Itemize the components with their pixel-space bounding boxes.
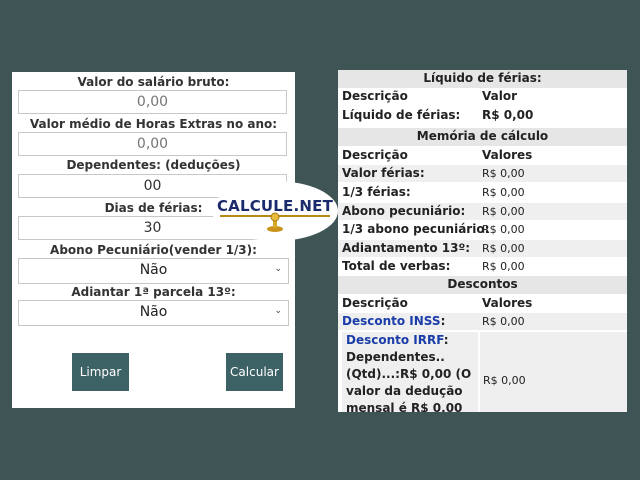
- salario-input[interactable]: [18, 90, 287, 114]
- descricao-col: Descrição: [342, 296, 408, 310]
- valor-col: Valor: [482, 89, 518, 103]
- row-value: R$ 0,00: [482, 260, 525, 273]
- inss-colon: :: [440, 314, 446, 328]
- table-row: 1/3 férias: R$ 0,00: [338, 184, 627, 201]
- limpar-button[interactable]: Limpar: [72, 353, 129, 391]
- adiantar-label: Adiantar 1ª parcela 13º:: [71, 285, 236, 299]
- inss-row: Desconto INSS: R$ 0,00: [338, 313, 627, 330]
- calcule-net-logo: CALCULE.NET: [212, 181, 338, 241]
- chevron-down-icon: ⌄: [274, 264, 282, 274]
- irrf-description: Desconto IRRF: Dependentes.. (Qtd)...:R$…: [342, 332, 478, 412]
- table-row: Adiantamento 13º: R$ 0,00: [338, 240, 627, 257]
- descontos-header: Descontos: [338, 276, 627, 294]
- inss-link[interactable]: Desconto INSS: [342, 314, 441, 328]
- table-row: Abono pecuniário: R$ 0,00: [338, 203, 627, 220]
- row-label: Total de verbas:: [342, 259, 451, 273]
- calculator-form: Valor do salário bruto: Valor médio de H…: [12, 72, 295, 408]
- irrf-line: mensal é R$ 0,00 por: [346, 401, 463, 412]
- liquido-col-header: Descrição Valor: [338, 88, 627, 105]
- horas-extras-input[interactable]: [18, 132, 287, 156]
- valores-col: Valores: [482, 148, 533, 162]
- adiantar-select-value: Não: [139, 304, 168, 320]
- irrf-line: Dependentes..: [346, 350, 445, 364]
- irrf-value-cell: R$ 0,00: [478, 332, 627, 412]
- abono-select-value: Não: [139, 262, 168, 278]
- row-label: Abono pecuniário:: [342, 204, 466, 218]
- coin-icon: [267, 212, 283, 232]
- calcular-button[interactable]: Calcular: [226, 353, 283, 391]
- inss-value: R$ 0,00: [482, 315, 525, 328]
- descricao-col: Descrição: [342, 89, 408, 103]
- chevron-down-icon: ⌄: [274, 306, 282, 316]
- row-value: R$ 0,00: [482, 223, 525, 236]
- abono-select[interactable]: Não ⌄: [18, 258, 289, 284]
- row-label: 1/3 abono pecuniário:: [342, 222, 490, 236]
- horas-extras-label: Valor médio de Horas Extras no ano:: [29, 117, 278, 131]
- salario-label: Valor do salário bruto:: [77, 75, 230, 89]
- row-value: R$ 0,00: [482, 205, 525, 218]
- table-row: Total de verbas: R$ 0,00: [338, 258, 627, 275]
- row-label: Adiantamento 13º:: [342, 241, 471, 255]
- memoria-header: Memória de cálculo: [338, 128, 627, 146]
- dependentes-label: Dependentes: (deduções): [66, 158, 241, 172]
- irrf-line: valor da dedução: [346, 384, 463, 398]
- table-row: Valor férias: R$ 0,00: [338, 165, 627, 182]
- descricao-col: Descrição: [342, 148, 408, 162]
- table-row: 1/3 abono pecuniário: R$ 0,00: [338, 221, 627, 238]
- irrf-line: (Qtd)...:R$ 0,00 (O: [346, 367, 472, 381]
- row-value: R$ 0,00: [482, 186, 525, 199]
- row-label: 1/3 férias:: [342, 185, 411, 199]
- valores-col: Valores: [482, 296, 533, 310]
- adiantar-select[interactable]: Não ⌄: [18, 300, 289, 326]
- abono-label: Abono Pecuniário(vender 1/3):: [50, 243, 257, 257]
- liquido-header: Líquido de férias:: [338, 70, 627, 88]
- liquido-row-label: Líquido de férias:: [342, 108, 461, 122]
- irrf-colon: :: [443, 333, 449, 347]
- row-value: R$ 0,00: [482, 167, 525, 180]
- memoria-col-header: Descrição Valores: [338, 147, 627, 164]
- irrf-value: R$ 0,00: [483, 374, 526, 387]
- inss-label: Desconto INSS:: [342, 314, 445, 328]
- descontos-col-header: Descrição Valores: [338, 295, 627, 312]
- liquido-row-value: R$ 0,00: [482, 108, 534, 122]
- row-label: Valor férias:: [342, 166, 425, 180]
- irrf-link[interactable]: Desconto IRRF: [346, 333, 444, 347]
- row-value: R$ 0,00: [482, 242, 525, 255]
- irrf-row: Desconto IRRF: Dependentes.. (Qtd)...:R$…: [338, 332, 627, 412]
- liquido-row: Líquido de férias: R$ 0,00: [338, 107, 627, 124]
- results-panel: Líquido de férias: Descrição Valor Líqui…: [338, 70, 627, 412]
